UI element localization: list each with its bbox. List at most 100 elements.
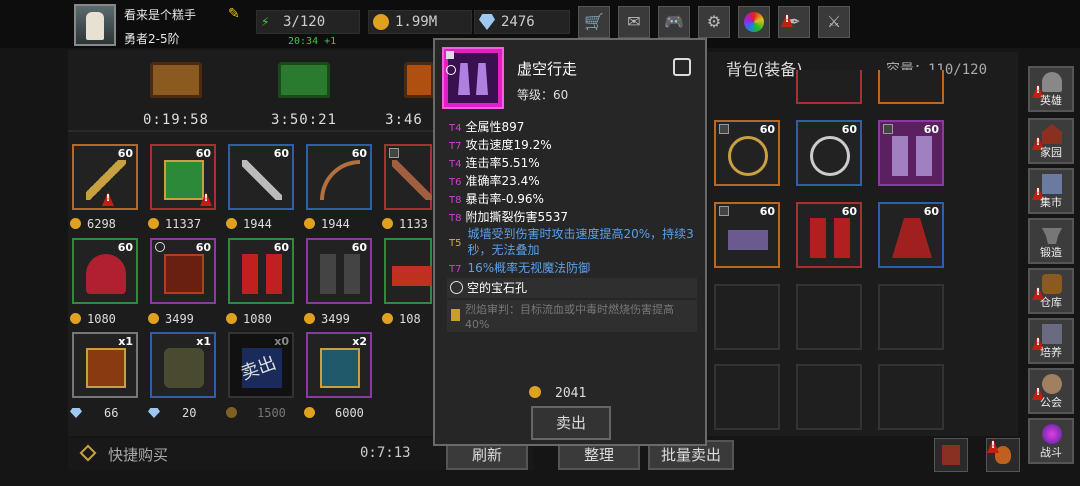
potion-icon — [995, 446, 1011, 464]
chest-3[interactable]: 3:46 — [374, 56, 434, 136]
shop-item[interactable]: x1 — [150, 332, 216, 398]
shop-item[interactable] — [384, 238, 432, 304]
gold-coin-icon — [70, 313, 81, 324]
item-count: x2 — [352, 335, 367, 348]
bag-item[interactable]: 60 — [714, 202, 780, 268]
flag-icon — [446, 51, 454, 59]
shop-item[interactable]: x2 — [306, 332, 372, 398]
attr-line: T7 攻击速度19.2% — [449, 138, 552, 152]
gamepad-button[interactable]: 🎮 — [658, 6, 690, 38]
bag-item[interactable]: 60 — [714, 120, 780, 186]
item-level: 60 — [273, 241, 289, 254]
flag-icon — [389, 148, 399, 158]
bag-item[interactable]: 60 — [878, 202, 944, 268]
mail-button[interactable]: ✉ — [618, 6, 650, 38]
shop-item[interactable]: x1 — [72, 332, 138, 398]
potion-filter-button[interactable]: ! — [986, 438, 1020, 472]
gold-coin-icon — [529, 386, 541, 398]
shop-item[interactable]: 60 — [306, 144, 372, 210]
chest-2[interactable]: 3:50:21 — [244, 56, 364, 136]
item-count: x1 — [118, 335, 133, 348]
armor-filter-button[interactable] — [934, 438, 968, 472]
attr-line: T8 暴击率-0.96% — [449, 192, 544, 206]
gold-coin-icon — [226, 313, 237, 324]
color-button[interactable] — [738, 6, 770, 38]
bag-slot[interactable] — [878, 70, 944, 104]
shop-item[interactable]: 60! — [72, 144, 138, 210]
unlock-icon[interactable] — [673, 58, 691, 76]
bag-item[interactable]: 60 — [796, 120, 862, 186]
item-price: 1080 — [70, 311, 116, 327]
gem-slot-row[interactable]: 空的宝石孔 — [447, 278, 697, 298]
staff-icon — [86, 160, 126, 200]
shop-item[interactable]: 60 — [228, 144, 294, 210]
lightning-icon: ⚡ — [261, 14, 270, 30]
gem-socket-icon — [155, 242, 165, 252]
item-level: 等级：60 — [517, 88, 569, 102]
item-level: 60 — [117, 147, 133, 160]
shop-item[interactable]: 60 — [228, 238, 294, 304]
item-price: 108 — [382, 311, 421, 327]
item-price: 1080 — [226, 311, 272, 327]
edit-icon[interactable]: ✎ — [228, 6, 244, 22]
bag-slot-empty[interactable] — [714, 284, 780, 350]
bag-slot-empty[interactable] — [796, 284, 862, 350]
bag-slot-empty[interactable] — [878, 364, 944, 430]
boots-icon — [392, 266, 432, 286]
shop-item[interactable] — [384, 144, 432, 210]
armor-icon — [942, 445, 960, 465]
shop-item[interactable]: 60! — [150, 144, 216, 210]
shop-item[interactable]: 60 — [306, 238, 372, 304]
alert-badge: ! — [987, 439, 999, 453]
gold-coin-icon — [148, 218, 159, 229]
bag-item[interactable]: 60 — [878, 120, 944, 186]
shop-button[interactable]: 🛒 — [578, 6, 610, 38]
item-name: 虚空行走 — [517, 60, 578, 78]
chest-timer: 3:50:21 — [270, 112, 337, 128]
player-avatar[interactable] — [74, 4, 116, 46]
barrel-icon — [1042, 274, 1062, 294]
bag-item[interactable]: 60 — [796, 202, 862, 268]
bag-slot-empty[interactable] — [714, 364, 780, 430]
item-price: 3499 — [304, 311, 350, 327]
gold-coin-icon — [382, 313, 393, 324]
gold-coin-icon — [304, 218, 315, 229]
feather-button[interactable]: ✒! — [778, 6, 810, 38]
nav-market[interactable]: ! 集市 — [1028, 168, 1074, 214]
chest-timer: 0:19:58 — [142, 112, 209, 128]
energy-value: 3/120 — [283, 14, 326, 30]
bag-slot-empty[interactable] — [878, 284, 944, 350]
quick-buy-label[interactable]: 快捷购买 — [108, 444, 168, 465]
settings-button[interactable]: ⚙ — [698, 6, 730, 38]
bag-slot[interactable] — [796, 70, 862, 104]
nav-battle[interactable]: 战斗 — [1028, 418, 1074, 464]
stall-icon — [1042, 174, 1062, 194]
nav-forge[interactable]: 锻造 — [1028, 218, 1074, 264]
chest-1[interactable]: 0:19:58 — [116, 56, 236, 136]
gloves-icon — [242, 254, 282, 294]
pants-icon — [320, 254, 360, 294]
item-price: 1944 — [304, 216, 350, 232]
nav-guild[interactable]: ! 公会 — [1028, 368, 1074, 414]
nav-hero[interactable]: ! 英雄 — [1028, 66, 1074, 112]
gem-icon — [70, 408, 82, 418]
energy-regen: 20:34 +1 — [288, 36, 337, 47]
helmet-icon — [86, 254, 126, 294]
item-level: 60 — [841, 205, 857, 218]
item-level: 60 — [195, 241, 211, 254]
nav-home[interactable]: ! 家园 — [1028, 118, 1074, 164]
bow-icon — [320, 160, 360, 200]
nav-warehouse[interactable]: ! 仓库 — [1028, 268, 1074, 314]
shop-item-sold[interactable]: x0 卖出 — [228, 332, 294, 398]
gold-value: 1.99M — [395, 14, 438, 30]
item-count: x1 — [196, 335, 211, 348]
helmet-icon — [1042, 72, 1062, 92]
item-icon-frame — [442, 47, 504, 109]
shop-item[interactable]: 60 — [150, 238, 216, 304]
shop-item[interactable]: 60 — [72, 238, 138, 304]
bag-slot-empty[interactable] — [796, 364, 862, 430]
shop-icon: 🛒 — [584, 12, 604, 31]
sell-button[interactable]: 卖出 — [531, 406, 611, 440]
swords-button[interactable]: ⚔ — [818, 6, 850, 38]
nav-cultivate[interactable]: ! 培养 — [1028, 318, 1074, 364]
